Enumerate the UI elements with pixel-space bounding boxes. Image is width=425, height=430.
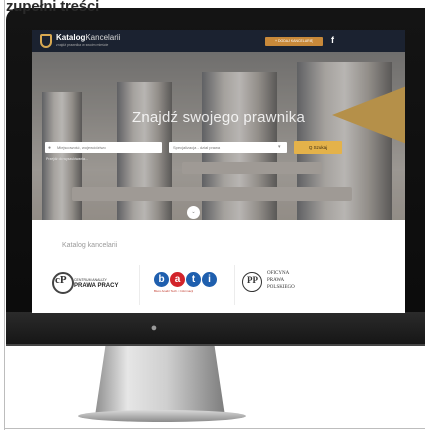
facebook-icon[interactable]: f: [331, 35, 334, 45]
bati-letter-i: i: [202, 272, 217, 287]
catalog-section: Katalog kancelarii cP CENTRUM ANALIZY PR…: [32, 220, 405, 313]
logo-light-text: Kancelarii: [85, 33, 121, 42]
monitor-stand: [95, 346, 225, 416]
owpp-text: OFICYNA PRAWA POLSKIEGO: [267, 270, 295, 291]
page-caption: zupełni treści: [6, 0, 100, 15]
logo-divider: [139, 265, 140, 305]
owpp-line-1: OFICYNA: [267, 271, 290, 276]
site-header: KatalogKancelarii znajdź prawnika w swoi…: [32, 30, 405, 52]
monitor-stand-base: [78, 410, 246, 422]
add-office-button[interactable]: + DODAJ KANCELARIĘ: [265, 37, 323, 46]
hero-overlay: [32, 52, 405, 220]
location-pin-icon: ●: [48, 145, 52, 151]
bati-letter-t: t: [186, 272, 201, 287]
category-select[interactable]: Specjalizacja - dział prawa: [169, 142, 287, 153]
hero-title: Znajdź swojego prawnika: [131, 109, 306, 126]
logo-bold-text: Katalog: [56, 33, 86, 42]
capp-line2: PRAWA PRACY: [74, 283, 119, 289]
scroll-down-icon[interactable]: ⌄: [187, 206, 200, 219]
catalog-title: Katalog kancelarii: [62, 242, 118, 249]
partner-logo-owpp[interactable]: PP OFICYNA PRAWA POLSKIEGO: [242, 266, 322, 302]
location-input[interactable]: Miejscowość, województwo: [45, 142, 162, 153]
logo-divider: [234, 265, 235, 305]
site-logo[interactable]: KatalogKancelarii: [56, 33, 120, 42]
logo-tagline: znajdź prawnika w swoim mieście: [56, 43, 109, 47]
partner-logo-bati[interactable]: b a t i Biuro Analiz Tech. i Informacji: [154, 272, 224, 296]
bati-subtitle: Biuro Analiz Tech. i Informacji: [154, 289, 194, 293]
search-button[interactable]: Q Szukaj: [294, 141, 342, 154]
shield-icon: [40, 34, 52, 48]
chevron-down-icon: ▾: [278, 144, 281, 150]
partner-logo-capp[interactable]: cP CENTRUM ANALIZY PRAWA PRACY: [52, 268, 122, 300]
capp-letters: cP: [55, 274, 67, 286]
hero-section: Znajdź swojego prawnika Miejscowość, woj…: [32, 52, 405, 220]
monitor-chin: [6, 312, 425, 346]
bati-letter-a: a: [170, 272, 185, 287]
apple-icon: ●: [150, 322, 158, 334]
bati-letter-b: b: [154, 272, 169, 287]
monitor-screen: KatalogKancelarii znajdź prawnika w swoi…: [32, 30, 405, 313]
advanced-search-link[interactable]: Przejdź do wyszukiwania...: [46, 157, 88, 161]
frame-bottom-line: [4, 428, 425, 429]
capp-line1: CENTRUM ANALIZY: [74, 278, 107, 282]
owpp-line-2: PRAWA: [267, 278, 285, 283]
owpp-line-3: POLSKIEGO: [267, 285, 295, 290]
owpp-mark: PP: [247, 275, 258, 285]
frame-left-line: [4, 0, 5, 430]
